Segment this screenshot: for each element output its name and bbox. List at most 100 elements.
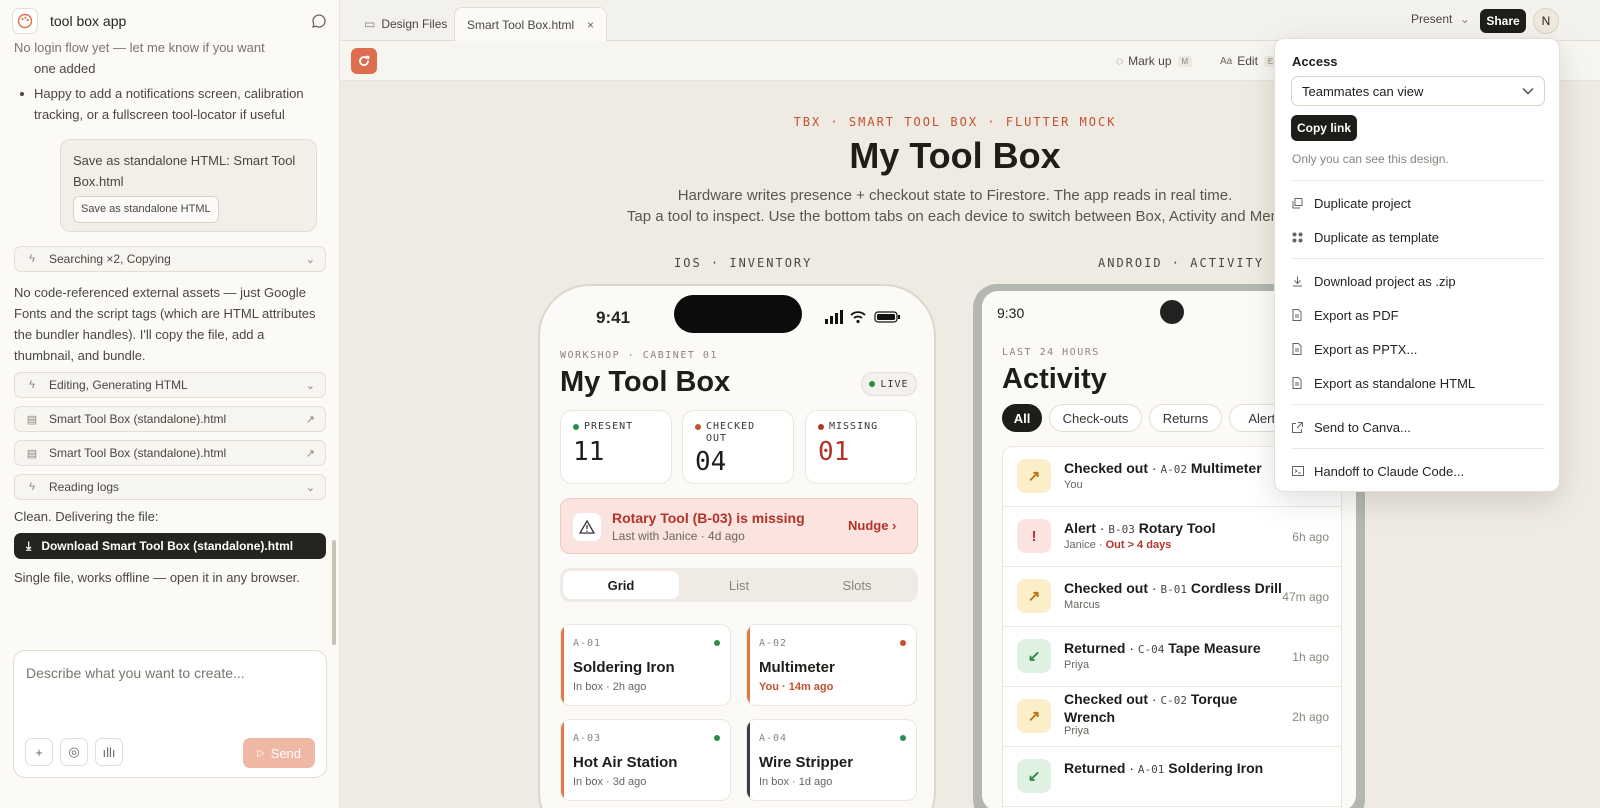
activity-time: 1h ago <box>1292 650 1329 664</box>
download-icon <box>1292 276 1314 287</box>
share-button[interactable]: Share <box>1480 9 1526 33</box>
activity-tool-code: C-02 <box>1160 694 1187 707</box>
live-label: LIVE <box>880 378 909 390</box>
tab-smart-tool-box[interactable]: Smart Tool Box.html × <box>454 7 607 41</box>
add-icon[interactable]: + <box>25 738 53 766</box>
activity-time: 6h ago <box>1292 530 1329 544</box>
tool-name: Soldering Iron <box>573 659 675 676</box>
send-icon: ▷ <box>256 747 265 759</box>
edit-button[interactable]: Aa Edit E <box>1220 54 1278 68</box>
tool-card[interactable]: A-01 Soldering Iron In box · 2h ago <box>560 624 731 706</box>
tool-step-row[interactable]: ϟ Reading logs ⌄ <box>14 474 326 500</box>
message-text: Single file, works offline — open it in … <box>14 570 300 585</box>
shortcut-key: M <box>1177 55 1193 67</box>
handoff-claude-code-item[interactable]: Handoff to Claude Code... <box>1292 461 1546 481</box>
nudge-button[interactable]: Nudge › <box>848 518 896 533</box>
export-pdf-item[interactable]: Export as PDF <box>1292 305 1546 325</box>
menu-item-label: Duplicate project <box>1314 195 1411 211</box>
activity-kind: Alert <box>1064 520 1096 536</box>
filter-returns[interactable]: Returns <box>1149 404 1222 432</box>
duplicate-project-item[interactable]: Duplicate project <box>1292 193 1546 213</box>
tab-label: Smart Tool Box.html <box>467 17 575 32</box>
ios-phone: 9:41 WORKSHOP · CABINET 01 My Tool Box L… <box>538 284 936 808</box>
tool-step-label: Searching ×2, Copying <box>49 252 171 266</box>
segment-list[interactable]: List <box>681 571 797 599</box>
tool-name: Multimeter <box>759 659 835 676</box>
stat-checked-out[interactable]: CHECKED OUT 04 <box>682 410 794 484</box>
close-icon[interactable]: × <box>587 18 594 32</box>
tool-accent-bar <box>747 720 750 800</box>
activity-user: Priya <box>1064 725 1089 737</box>
tab-label: Design Files <box>381 17 448 31</box>
grid-icon <box>1292 232 1314 243</box>
activity-tool-name: Cordless Drill <box>1190 580 1282 596</box>
download-label: Download Smart Tool Box (standalone).htm… <box>41 539 294 553</box>
activity-row[interactable]: ! Alert · B-03 Rotary Tool Janice · Out > … <box>1003 507 1341 567</box>
copy-link-button[interactable]: Copy link <box>1291 115 1357 141</box>
download-zip-item[interactable]: Download project as .zip <box>1292 271 1546 291</box>
tool-card[interactable]: A-03 Hot Air Station In box · 3d ago <box>560 719 731 801</box>
new-chat-icon[interactable] <box>310 12 328 30</box>
activity-row[interactable]: ↙ Returned · A-01 Soldering Iron <box>1003 747 1341 807</box>
activity-row[interactable]: ↗ Checked out · B-01 Cordless Drill Marcus… <box>1003 567 1341 627</box>
missing-alert[interactable]: Rotary Tool (B-03) is missing Last with … <box>560 498 918 554</box>
send-button[interactable]: ▷ Send <box>243 738 315 768</box>
stat-missing[interactable]: MISSING 01 <box>805 410 917 484</box>
activity-user: You <box>1064 479 1083 491</box>
prompt-input[interactable] <box>26 665 316 681</box>
top-bar: ▭ Design Files Smart Tool Box.html × Pre… <box>340 0 1600 41</box>
tool-status-dot <box>900 735 906 741</box>
text-icon: Aa <box>1220 55 1233 67</box>
filter-all[interactable]: All <box>1002 404 1042 432</box>
attachment-chip[interactable]: Save as standalone HTML <box>73 196 219 223</box>
avatar[interactable]: N <box>1533 8 1559 34</box>
tool-step-row[interactable]: ϟ Searching ×2, Copying ⌄ <box>14 246 326 272</box>
menu-item-label: Download project as .zip <box>1314 273 1456 289</box>
tool-card[interactable]: A-04 Wire Stripper In box · 1d ago <box>746 719 917 801</box>
send-canva-item[interactable]: Send to Canva... <box>1292 417 1546 437</box>
project-title[interactable]: tool box app <box>50 13 310 29</box>
tool-status: In box · 1d ago <box>759 776 833 788</box>
screen-eyebrow: WORKSHOP · CABINET 01 <box>560 350 718 361</box>
android-device-label: ANDROID · ACTIVITY <box>1098 256 1265 270</box>
screen-title: My Tool Box <box>560 366 731 398</box>
activity-list: ↗ Checked out · A-02 Multimeter You! Alert … <box>1002 446 1342 808</box>
markup-button[interactable]: ◌ Mark up M <box>1116 54 1193 68</box>
view-segmented-control: Grid List Slots <box>560 568 918 602</box>
tab-design-files[interactable]: ▭ Design Files <box>364 7 447 41</box>
palette-icon[interactable] <box>12 8 38 34</box>
filter-check-outs[interactable]: Check-outs <box>1049 404 1142 432</box>
tool-step-label: Reading logs <box>49 480 120 494</box>
activity-tool-name: Multimeter <box>1190 460 1262 476</box>
voice-icon[interactable]: ıllı <box>95 738 123 766</box>
stat-present[interactable]: PRESENT 11 <box>560 410 672 484</box>
file-name: Smart Tool Box (standalone).html <box>49 446 227 460</box>
export-pptx-item[interactable]: Export as PPTX... <box>1292 339 1546 359</box>
activity-tool-code: A-02 <box>1160 463 1187 476</box>
chat-header: tool box app <box>0 0 339 42</box>
chevron-down-icon <box>1522 88 1534 95</box>
present-button[interactable]: Present ⌄ <box>1411 12 1470 26</box>
export-html-item[interactable]: Export as standalone HTML <box>1292 373 1546 393</box>
activity-row[interactable]: ↙ Returned · C-04 Tape Measure Priya 1h ago <box>1003 627 1341 687</box>
segment-grid[interactable]: Grid <box>563 571 679 599</box>
target-icon[interactable]: ◎ <box>60 738 88 766</box>
segment-slots[interactable]: Slots <box>799 571 915 599</box>
download-button[interactable]: ⤓ Download Smart Tool Box (standalone).h… <box>14 533 326 559</box>
file-row[interactable]: ▤ Smart Tool Box (standalone).html ↗ <box>14 440 326 466</box>
file-row[interactable]: ▤ Smart Tool Box (standalone).html ↗ <box>14 406 326 432</box>
activity-row[interactable]: ↗ Checked out · C-02 Torque Wrench Priya 2h… <box>1003 687 1341 747</box>
activity-tool-code: B-03 <box>1108 523 1135 536</box>
menu-item-label: Handoff to Claude Code... <box>1314 463 1465 479</box>
external-link-icon[interactable]: ↗ <box>306 447 315 460</box>
chat-scrollbar[interactable] <box>332 540 336 645</box>
tool-card[interactable]: A-02 Multimeter You · 14m ago <box>746 624 917 706</box>
access-select[interactable]: Teammates can view <box>1291 76 1545 106</box>
duplicate-template-item[interactable]: Duplicate as template <box>1292 227 1546 247</box>
tool-accent-bar <box>561 625 564 705</box>
external-link-icon[interactable]: ↗ <box>306 413 315 426</box>
divider <box>1291 448 1545 449</box>
reload-icon[interactable] <box>351 48 377 74</box>
tool-step-row[interactable]: ϟ Editing, Generating HTML ⌄ <box>14 372 326 398</box>
markup-icon: ◌ <box>1116 54 1124 68</box>
